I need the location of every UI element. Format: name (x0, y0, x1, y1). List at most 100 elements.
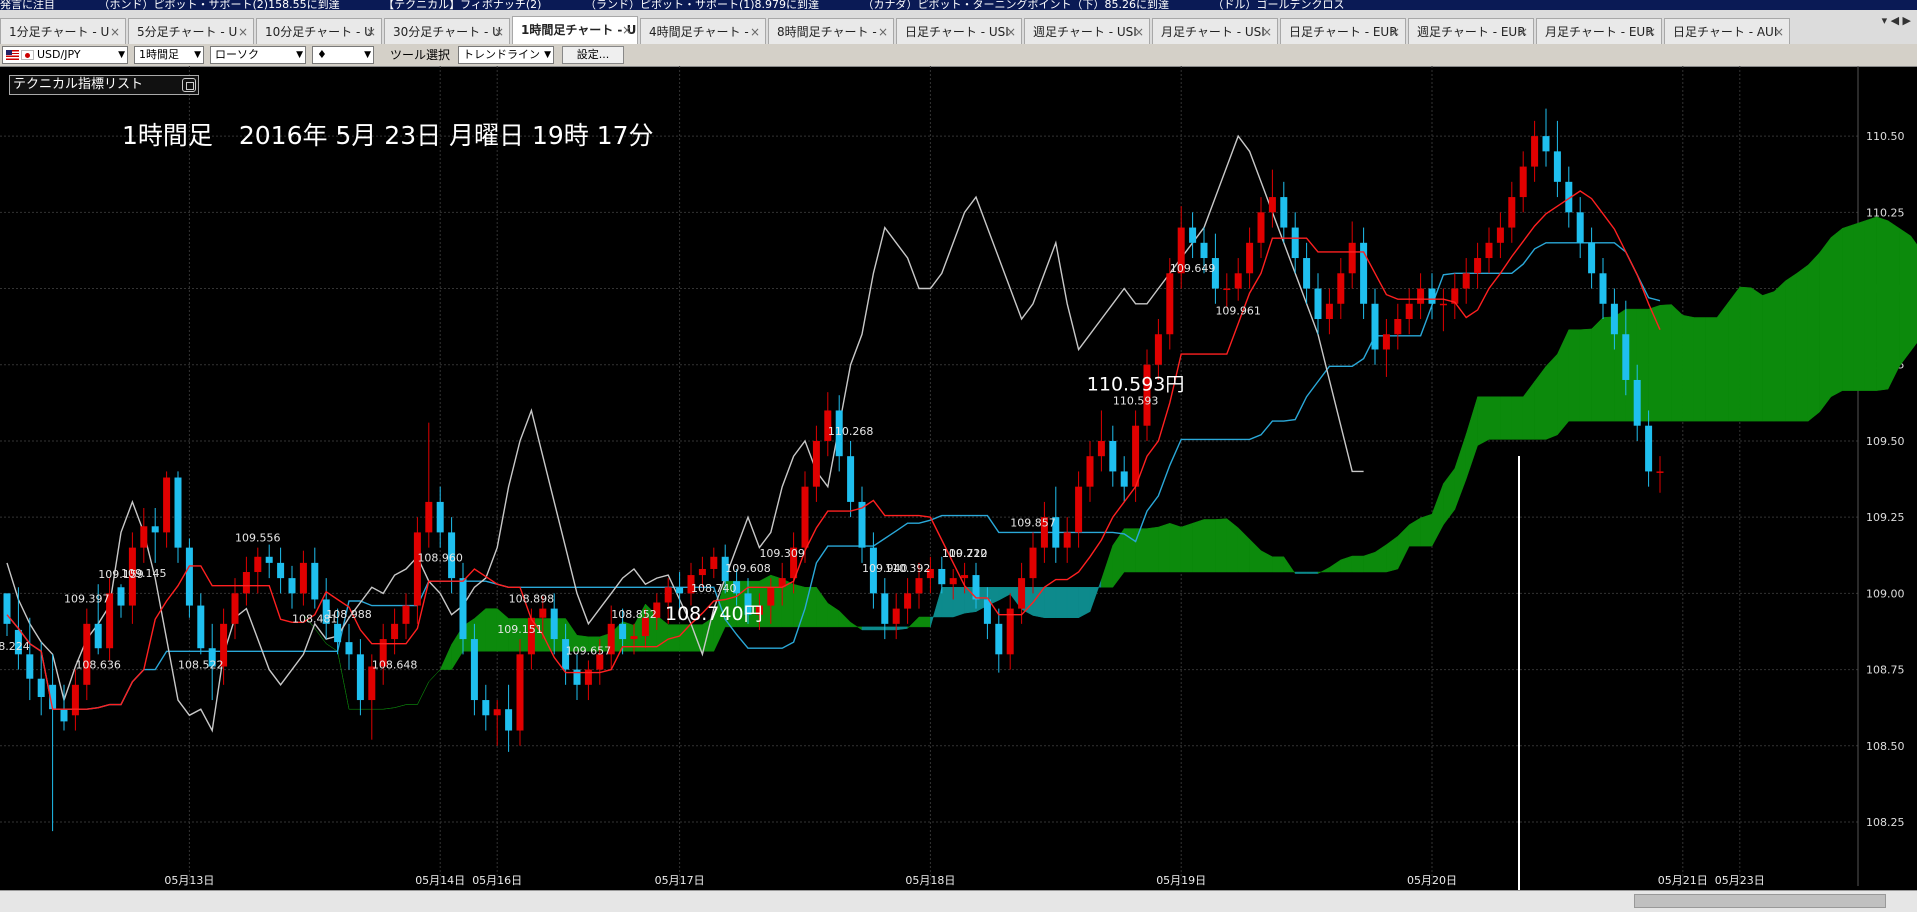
x-tick-label: 05月19日 (1156, 874, 1206, 887)
tab-6[interactable]: 8時間足チャート - × (768, 18, 894, 44)
tab-10[interactable]: 日足チャート - EUR × (1280, 18, 1406, 44)
tab-scroll-arrows[interactable]: ▾ ◀ ▶ (1882, 14, 1911, 27)
candle-body (197, 605, 205, 649)
price-annotation: 109.608 (725, 562, 771, 575)
candle-body (995, 623, 1003, 655)
tab-8[interactable]: 週足チャート - USI × (1024, 18, 1150, 44)
candle-body (368, 666, 376, 701)
tab-12[interactable]: 月足チャート - EUR × (1536, 18, 1662, 44)
candlestick-chart[interactable]: 108.25 108.50 108.75 109.00 109.25 109.50 109.… (0, 66, 1917, 890)
tab-2[interactable]: 10分足チャート - U × (256, 18, 382, 44)
chart-type-select[interactable]: ローソク ▼ (210, 46, 306, 64)
candle-body (1485, 242, 1493, 259)
cloud-segment (1237, 527, 1250, 573)
candle-body (1553, 151, 1561, 182)
cloud-segment (1112, 527, 1125, 589)
candle-body (1599, 273, 1607, 304)
extreme-price-label: 110.593円 (1087, 373, 1185, 395)
tab-9[interactable]: 月足チャート - USI × (1152, 18, 1278, 44)
candle-body (1325, 303, 1333, 320)
cloud-segment (1659, 304, 1672, 422)
price-annotation: 108.960 (417, 552, 463, 565)
close-icon[interactable]: × (1774, 19, 1784, 44)
cloud-segment (1796, 264, 1809, 422)
close-icon[interactable]: × (622, 17, 632, 43)
close-icon[interactable]: × (1390, 19, 1400, 44)
close-icon[interactable]: × (1646, 19, 1656, 44)
candle-body (505, 709, 513, 731)
indicator-list-label: テクニカル指標リスト (13, 77, 144, 92)
candle-body (1314, 288, 1322, 320)
tab-13[interactable]: 日足チャート - AUI × (1664, 18, 1790, 44)
tab-3[interactable]: 30分足チャート - U × (384, 18, 510, 44)
tab-0[interactable]: 1分足チャート - U × (0, 18, 126, 44)
extreme-price-label: 108.740円 (665, 603, 763, 625)
settings-button[interactable]: 設定... (562, 46, 624, 64)
close-icon[interactable]: × (366, 19, 376, 44)
candle-body (1154, 334, 1162, 365)
candle-body (983, 599, 991, 624)
scrollbar-thumb[interactable] (1634, 894, 1886, 908)
close-icon[interactable]: × (1134, 19, 1144, 44)
ticker-item[interactable]: （ホンド）ピボット・サポート(2)158.55に到達 (99, 0, 340, 10)
tab-4[interactable]: 1時間足チャート - U × (512, 16, 638, 44)
tab-1[interactable]: 5分足チャート - U × (128, 18, 254, 44)
close-icon[interactable]: × (750, 19, 760, 44)
tab-11[interactable]: 週足チャート - EUR × (1408, 18, 1534, 44)
close-icon[interactable]: × (494, 19, 504, 44)
cloud-segment (1215, 518, 1228, 573)
symbol-select[interactable]: USD/JPY ▼ (2, 46, 128, 64)
horizontal-scrollbar[interactable] (0, 890, 1917, 912)
candle-body (710, 556, 718, 569)
cloud-segment (804, 587, 817, 628)
candle-body (1086, 456, 1094, 487)
candle-body (345, 642, 353, 655)
ticker-item[interactable]: （ドル）ゴールデンクロス (1213, 0, 1345, 10)
style-select[interactable]: ♦ ▼ (312, 46, 374, 64)
tab-5[interactable]: 4時間足チャート - × (640, 18, 766, 44)
cloud-segment (1363, 551, 1376, 573)
close-icon[interactable]: × (1006, 19, 1016, 44)
chevron-down-icon: ▼ (364, 50, 371, 60)
candle-body (1656, 471, 1664, 473)
chevron-down-icon: ▼ (544, 50, 551, 60)
tab-7[interactable]: 日足チャート - USI × (896, 18, 1022, 44)
tab-label: 30分足チャート - U (393, 25, 501, 39)
cloud-segment (1101, 545, 1114, 588)
cloud-segment (1397, 524, 1410, 570)
candle-body (847, 456, 855, 502)
price-annotation: 109.649 (1170, 262, 1216, 275)
close-icon[interactable]: × (238, 19, 248, 44)
symbol-value: USD/JPY (37, 48, 81, 61)
close-icon[interactable]: × (878, 19, 888, 44)
candle-body (26, 654, 34, 679)
ticker-item[interactable]: （カナダ）ピボット・ターニングポイント（下）85.26に到達 (863, 0, 1170, 10)
tool-label: ツール選択 (390, 48, 451, 62)
candle-body (664, 587, 672, 603)
x-tick-label: 05月23日 (1715, 874, 1765, 887)
ticker-item[interactable]: 発言に注目 (0, 0, 55, 10)
tab-label: 週足チャート - EUR (1417, 25, 1526, 39)
candle-body (1063, 532, 1071, 548)
cloud-segment (1807, 252, 1820, 422)
tool-select[interactable]: トレンドライン ▼ (458, 46, 554, 64)
ticker-item[interactable]: （ランド）ピボット・サポート(1)8.979に到達 (585, 0, 819, 10)
cloud-segment (428, 669, 441, 682)
cloud-segment (793, 583, 806, 628)
close-icon[interactable]: × (110, 19, 120, 44)
cloud-segment (1192, 519, 1205, 573)
timeframe-select[interactable]: 1時間足 ▼ (134, 46, 204, 64)
candle-body (676, 587, 684, 594)
indicator-list-panel[interactable]: テクニカル指標リスト (9, 75, 199, 95)
cloud-segment (1899, 227, 1912, 368)
candle-body (482, 700, 490, 716)
cloud-segment (1716, 301, 1729, 422)
close-icon[interactable]: × (1518, 19, 1528, 44)
candle-body (493, 709, 501, 716)
ticker-item[interactable]: 【テクニカル】フィボナッチ(2) (383, 0, 541, 10)
restore-icon[interactable] (182, 78, 196, 92)
price-annotation: 108.224 (0, 640, 30, 653)
close-icon[interactable]: × (1262, 19, 1272, 44)
tab-label: 日足チャート - USI (905, 25, 1009, 39)
price-annotation: 108.522 (178, 658, 224, 671)
